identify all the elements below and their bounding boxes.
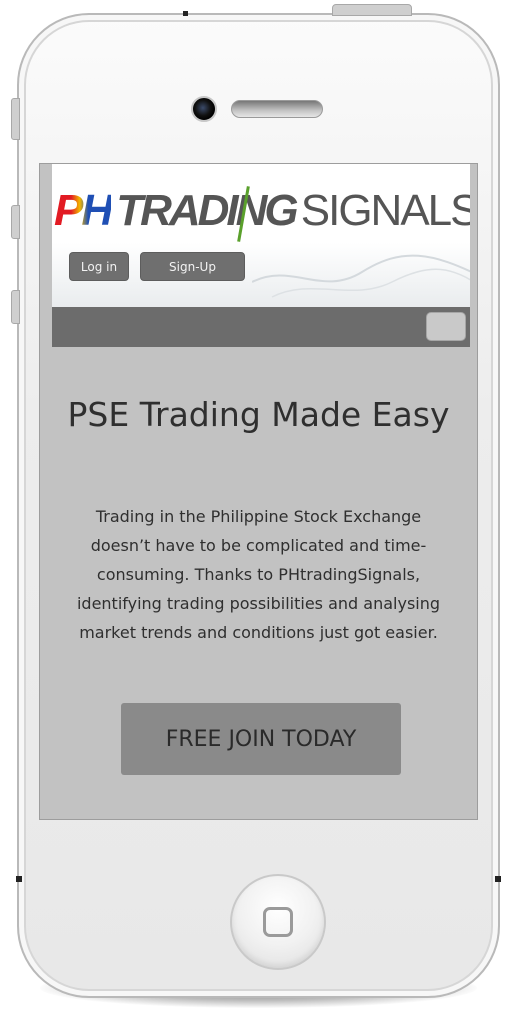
volume-down-button [11, 290, 20, 324]
camera-icon [191, 96, 217, 122]
signup-button[interactable]: Sign-Up [140, 252, 245, 281]
logo-ph: PH [54, 186, 113, 235]
logo-trading: TRADING [116, 186, 298, 235]
menu-toggle-icon[interactable] [426, 312, 466, 341]
hero-description: Trading in the Philippine Stock Exchange… [76, 507, 441, 642]
chart-swirl-decoration [252, 254, 470, 298]
site-header: PH TRADING SIGNALS Log in Sign-Up [52, 164, 470, 307]
hero-title: PSE Trading Made Easy [67, 395, 450, 434]
volume-up-button [11, 205, 20, 239]
home-button-icon[interactable] [230, 874, 326, 970]
speaker-icon [231, 100, 323, 118]
mute-switch [11, 98, 20, 140]
phone-screen: PH TRADING SIGNALS Log in Sign-Up PSE Tr… [39, 163, 478, 820]
frame-tick [16, 876, 22, 882]
nav-bar [52, 307, 470, 347]
home-square-icon [263, 907, 293, 937]
site-logo[interactable]: PH TRADING SIGNALS [54, 186, 470, 238]
frame-tick [183, 11, 188, 16]
login-button[interactable]: Log in [69, 252, 129, 281]
logo-signals: SIGNALS [300, 186, 470, 235]
power-button [332, 4, 412, 16]
free-join-button[interactable]: FREE JOIN TODAY [121, 703, 401, 775]
frame-tick [495, 876, 501, 882]
